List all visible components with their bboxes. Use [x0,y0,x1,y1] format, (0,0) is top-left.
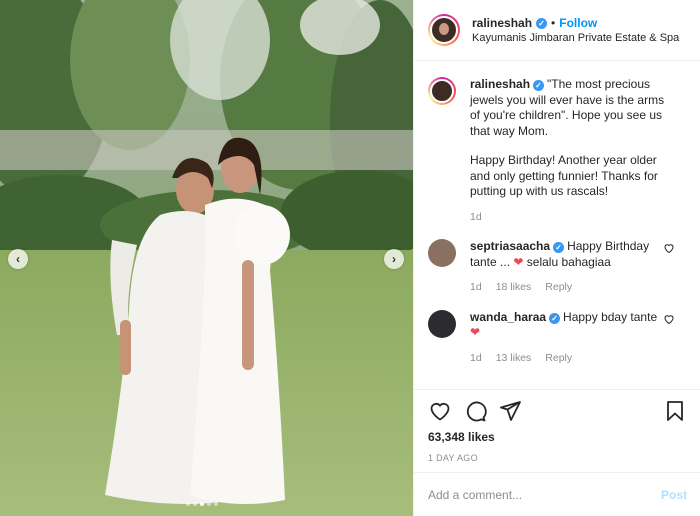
verified-badge-icon: ✓ [553,242,565,253]
carousel-indicator [186,502,218,506]
separator-dot: • [551,16,556,30]
location-link[interactable]: Kayumanis Jimbaran Private Estate & Spa [472,32,679,44]
next-photo-button[interactable]: › [384,249,404,269]
comment-avatar[interactable] [428,239,456,267]
verified-badge-icon: ✓ [549,312,561,324]
comment-input[interactable] [428,487,661,502]
comments-section: ralineshah ✓ "The most precious jewels you… [414,61,700,391]
post-side-panel: ralineshah ✓ • Follow Kayumanis Jimbaran… [413,0,700,516]
bookmark-icon[interactable] [663,399,687,423]
comment-row: wanda_haraa ✓ Happy bday tante ❤ 1d 13 lik… [428,309,687,367]
reply-button[interactable]: Reply [545,280,572,296]
comment-meta: 1d 18 likes Reply [470,280,670,296]
header-text: ralineshah ✓ • Follow Kayumanis Jimbaran… [472,16,679,44]
comment-time[interactable]: 1d [470,280,482,296]
likes-count[interactable]: 63,348 likes [428,430,687,444]
caption-text-2: Happy Birthday! Another year older and o… [470,153,658,198]
post-timestamp[interactable]: 1 DAY AGO [428,453,687,463]
comment-username[interactable]: wanda_haraa [470,310,546,324]
carousel-dot [214,502,218,506]
caption-paragraph-1: ralineshah ✓ "The most precious jewels you… [470,77,670,139]
caption-row: ralineshah ✓ "The most precious jewels you… [428,77,687,225]
reply-button[interactable]: Reply [545,351,572,367]
post-actions: 63,348 likes 1 DAY AGO [414,389,700,463]
caption-avatar[interactable] [428,77,456,105]
caption-avatar-image [430,79,454,103]
caption-body: ralineshah ✓ "The most precious jewels you… [470,77,670,225]
add-comment-bar: Post [414,472,700,516]
comment-meta: 1d 13 likes Reply [470,351,670,367]
carousel-dot [193,502,197,506]
comment-text-line: wanda_haraa ✓ Happy bday tante ❤ [470,310,670,341]
comment-avatar[interactable] [428,309,456,338]
carousel-dot [207,502,211,506]
verified-badge-icon: ✓ [533,80,545,91]
comment-row: septriasaacha ✓ Happy Birthday tante ... ❤… [428,239,687,296]
previous-photo-button[interactable]: ‹ [8,249,28,269]
comment-likes[interactable]: 18 likes [496,280,532,296]
comment-text-line: septriasaacha ✓ Happy Birthday tante ... ❤… [470,239,670,270]
action-icons [428,400,687,422]
carousel-dot [186,502,190,506]
comment-text-after: selalu bahagiaa [526,254,611,269]
comment-like-heart-icon[interactable] [663,242,675,254]
comment-text-before: Happy bday tante [563,309,658,324]
share-icon[interactable] [498,399,522,423]
follow-button[interactable]: Follow [559,16,597,30]
instagram-post: ‹ › ralineshah ✓ • Follow Kayumanis Jimb… [0,0,700,516]
comment-time[interactable]: 1d [470,351,482,367]
post-comment-button[interactable]: Post [661,488,687,502]
comment-body: septriasaacha ✓ Happy Birthday tante ... ❤… [470,239,670,296]
red-heart-emoji-icon: ❤ [470,325,481,339]
author-avatar[interactable] [430,16,458,44]
comment-username[interactable]: septriasaacha [470,239,550,253]
comment-likes[interactable]: 13 likes [496,351,532,367]
caption-username[interactable]: ralineshah [470,77,530,91]
caption-time[interactable]: 1d [470,210,482,226]
photo-illustration [0,0,413,516]
caption-meta: 1d [470,210,670,226]
comment-like-heart-icon[interactable] [663,313,675,325]
heart-icon[interactable] [428,399,452,423]
comment-body: wanda_haraa ✓ Happy bday tante ❤ 1d 13 lik… [470,310,670,367]
comment-icon[interactable] [463,399,487,423]
author-username[interactable]: ralineshah [472,16,532,30]
post-header: ralineshah ✓ • Follow Kayumanis Jimbaran… [414,0,700,61]
author-avatar-ring[interactable] [428,14,460,46]
header-line: ralineshah ✓ • Follow [472,16,679,30]
red-heart-emoji-icon: ❤ [513,254,524,269]
post-photo[interactable]: ‹ › [0,0,413,516]
verified-badge-icon: ✓ [536,17,548,29]
carousel-dot-active [200,502,204,506]
